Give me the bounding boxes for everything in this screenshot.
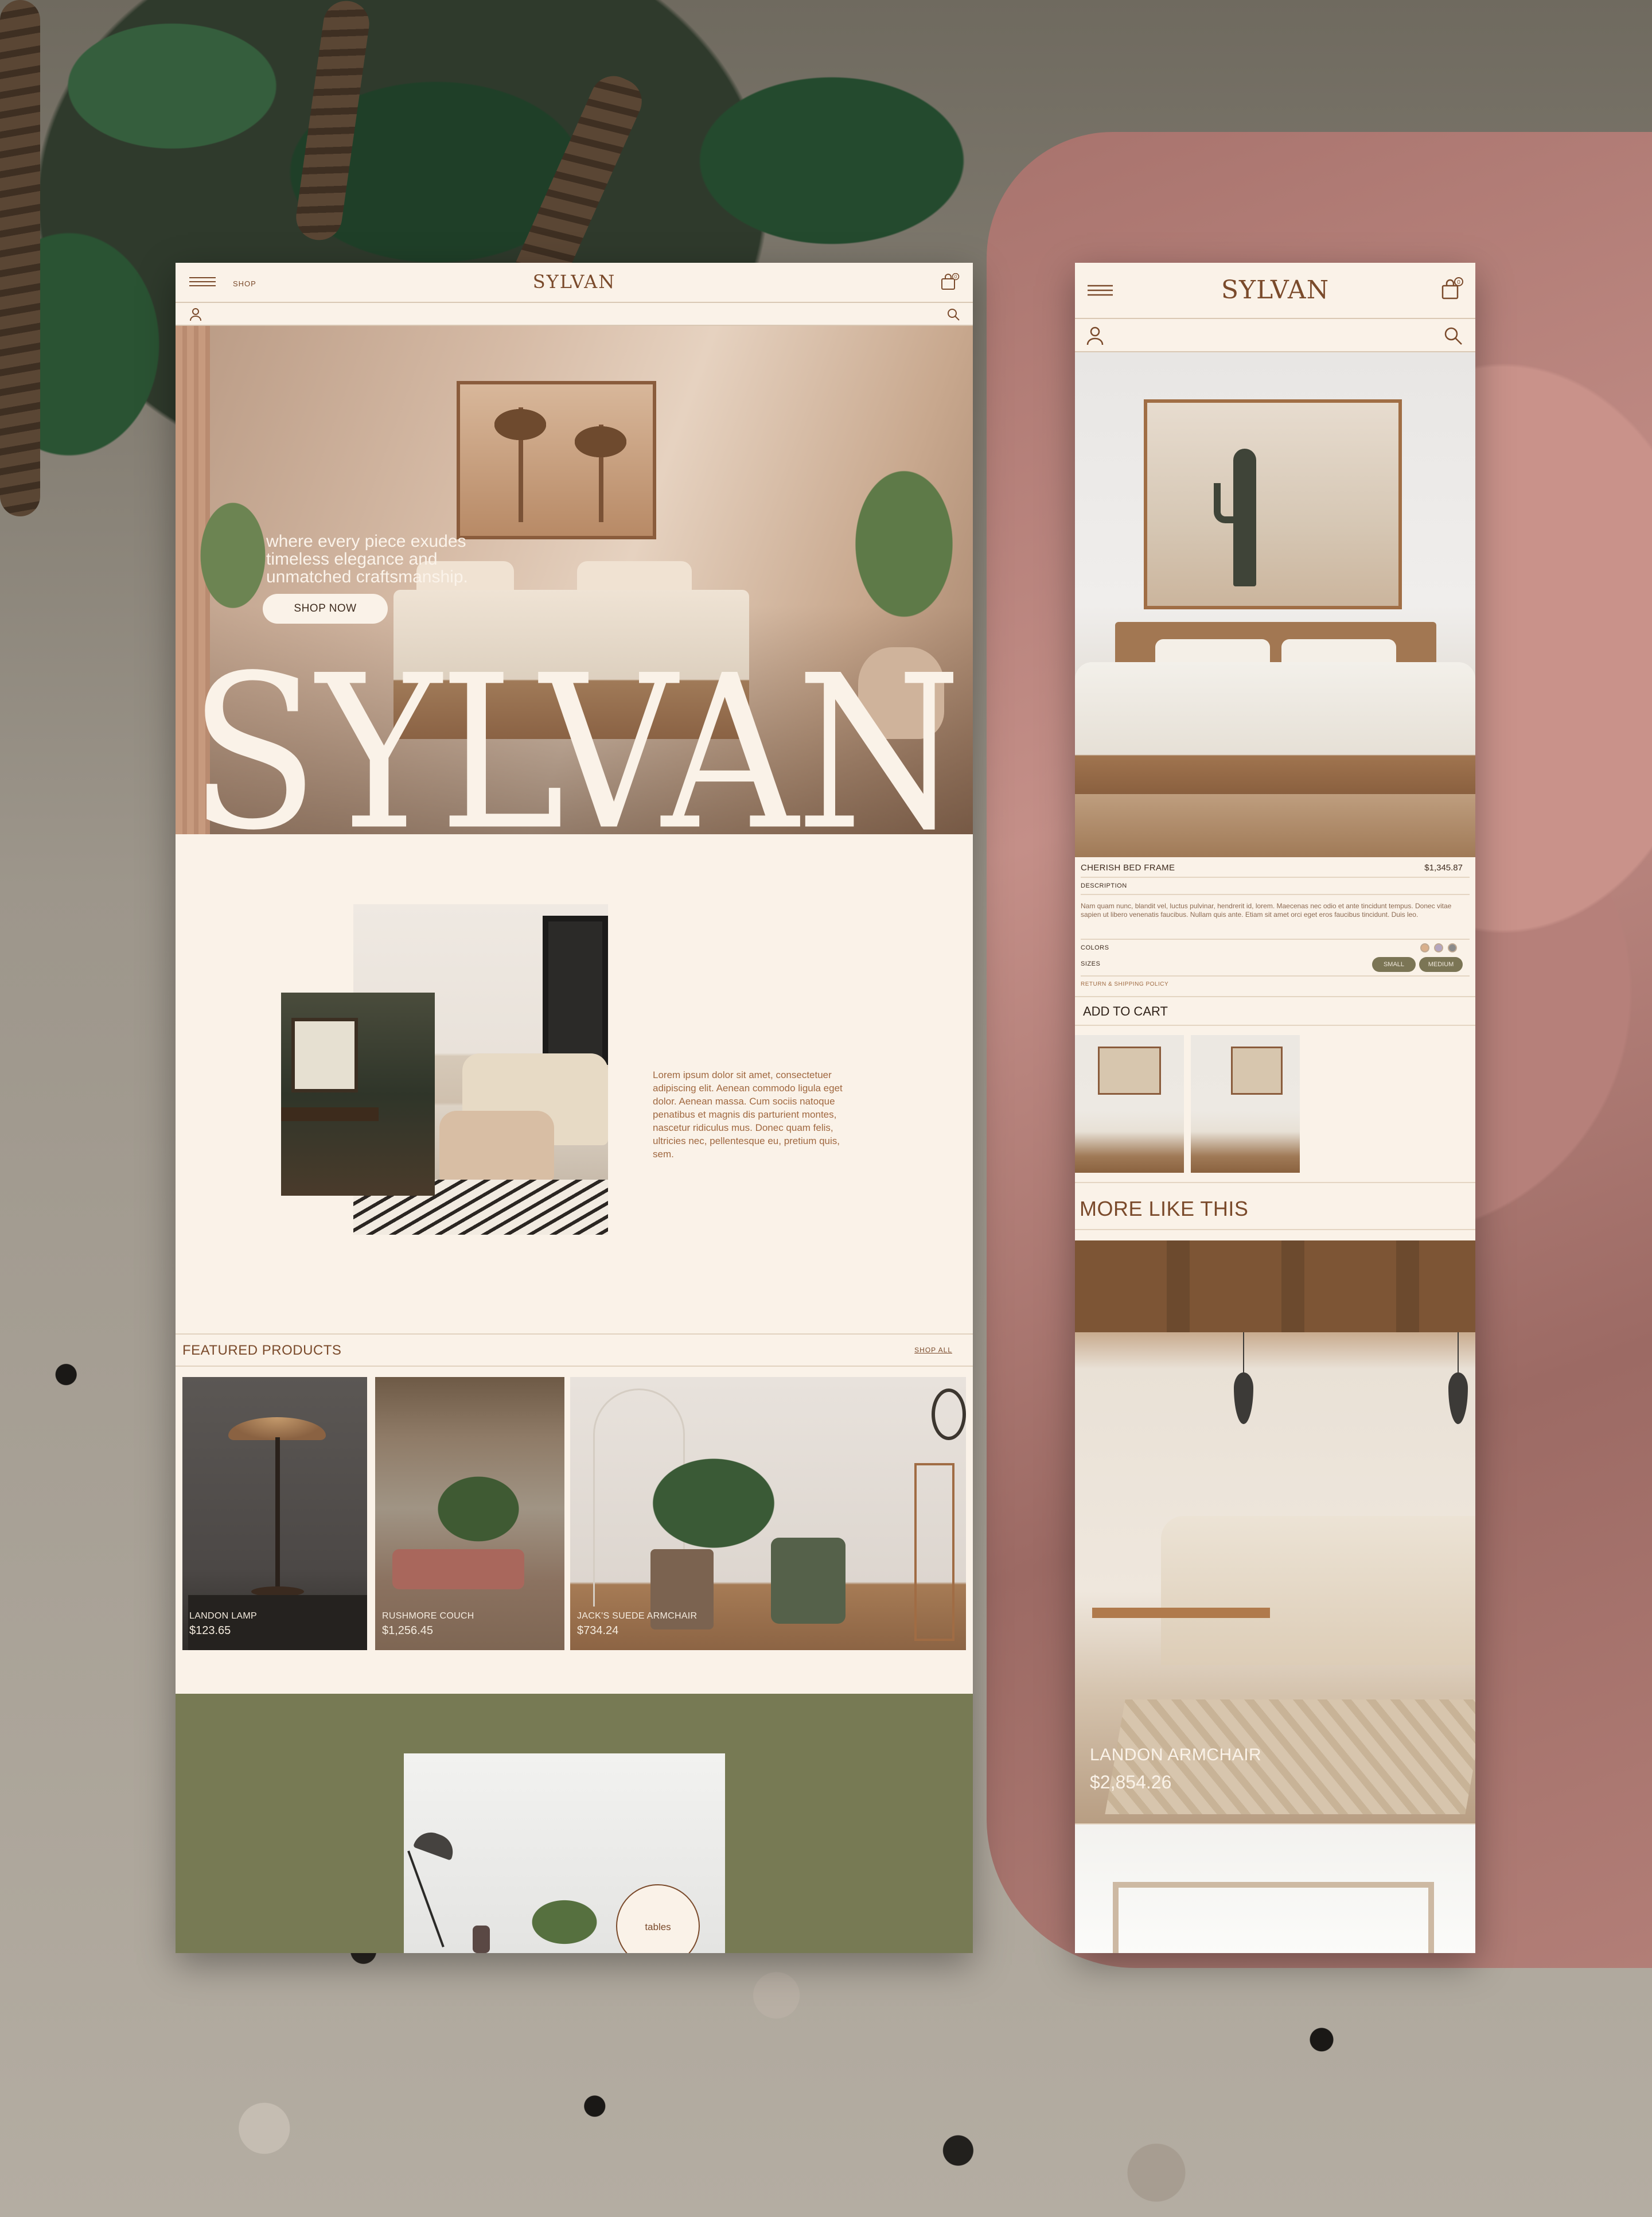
product-thumbnail[interactable]	[1191, 1035, 1300, 1173]
product-price: $734.24	[577, 1624, 619, 1637]
hero-wordmark: SYLVAN	[189, 629, 962, 877]
search-icon[interactable]	[1443, 326, 1463, 345]
product-card[interactable]: LANDON LAMP $123.65	[182, 1377, 367, 1650]
divider	[1081, 940, 1470, 977]
divider	[1081, 895, 1470, 940]
product-name: JACK'S SUEDE ARMCHAIR	[577, 1611, 698, 1621]
site-logo[interactable]: SYLVAN	[176, 271, 973, 293]
description-label: DESCRIPTION	[1081, 882, 1127, 889]
palm-trunk	[0, 0, 40, 516]
user-icon[interactable]	[1086, 326, 1104, 345]
thumbnail-art-image	[1098, 1047, 1161, 1095]
product-details: CHERISH BED FRAME $1,345.87 DESCRIPTION …	[1075, 857, 1475, 1006]
furniture-frame-image	[1113, 1882, 1434, 1953]
study-room-image	[281, 993, 435, 1196]
product-price: $1,345.87	[1424, 863, 1463, 873]
coffee-table-image	[439, 1111, 554, 1191]
pendant-light-image	[1458, 1332, 1459, 1378]
mobile-product-page: SYLVAN 0 CHERISH BED FRAME $1,345.87 DES…	[1075, 263, 1475, 1953]
cactus-illustration	[1214, 483, 1239, 523]
plant-image	[519, 1891, 610, 1953]
shop-now-button[interactable]: SHOP NOW	[263, 594, 388, 624]
product-card[interactable]: JACK'S SUEDE ARMCHAIR $734.24	[570, 1377, 966, 1650]
more-like-this-header: MORE LIKE THIS	[1075, 1182, 1475, 1230]
hero-tagline: where every piece exudes timeless elegan…	[266, 532, 468, 586]
mirror-image	[932, 1388, 966, 1440]
plants-image	[421, 1463, 536, 1561]
category-link-tables[interactable]: tables	[616, 1884, 700, 1953]
recommendation-name: LANDON ARMCHAIR	[1090, 1745, 1262, 1764]
cart-count: 0	[954, 274, 957, 279]
product-name: RUSHMORE COUCH	[382, 1611, 474, 1621]
armchair-image	[771, 1538, 846, 1624]
desktop-homepage: SHOP SYLVAN 0 where every piece exudes t…	[176, 263, 973, 1953]
utility-icon-bar	[176, 303, 973, 326]
add-to-cart-button[interactable]: ADD TO CART	[1075, 996, 1475, 1026]
desk-image	[281, 1107, 379, 1121]
top-navigation-bar: SHOP SYLVAN 0	[176, 263, 973, 303]
hero-banner: where every piece exudes timeless elegan…	[176, 326, 973, 859]
product-price: $123.65	[189, 1624, 231, 1637]
category-section: tables	[176, 1694, 973, 1953]
about-section: Lorem ipsum dolor sit amet, consectetuer…	[176, 834, 973, 1328]
stool-image	[1167, 1608, 1270, 1699]
recommendation-card[interactable]	[1075, 1823, 1475, 1953]
cart-count: 0	[1457, 279, 1460, 286]
return-policy-link[interactable]: RETURN & SHIPPING POLICY	[1081, 981, 1168, 987]
featured-header: FEATURED PRODUCTS SHOP ALL	[176, 1333, 973, 1367]
utility-icon-bar	[1075, 319, 1475, 352]
recommendation-price: $2,854.26	[1090, 1772, 1172, 1792]
product-name: LANDON LAMP	[189, 1611, 257, 1621]
shop-all-link[interactable]: SHOP ALL	[914, 1346, 952, 1354]
potted-plant-image	[176, 492, 279, 653]
product-price: $1,256.45	[382, 1624, 433, 1637]
shopping-bag-icon[interactable]: 0	[941, 273, 960, 290]
window-image	[291, 1018, 358, 1092]
pendant-light-image	[1448, 1372, 1468, 1424]
pendant-light-image	[1243, 1332, 1244, 1378]
shelf-image	[914, 1463, 954, 1641]
shopping-bag-icon[interactable]: 0	[1441, 277, 1464, 301]
divider	[1081, 878, 1470, 895]
pendant-light-image	[1234, 1372, 1253, 1424]
lamp-image	[228, 1417, 326, 1440]
product-card[interactable]: RUSHMORE COUCH $1,256.45	[375, 1377, 564, 1650]
side-table-image	[188, 1595, 367, 1650]
top-navigation-bar: SYLVAN 0	[1075, 263, 1475, 319]
add-to-cart-label: ADD TO CART	[1083, 1004, 1168, 1018]
product-hero-image	[1075, 352, 1475, 857]
product-name: CHERISH BED FRAME	[1081, 863, 1175, 873]
floor-lamp-image	[412, 1827, 458, 1861]
palm-illustration	[494, 407, 546, 522]
palm-illustration	[575, 425, 626, 522]
wood-beam-image	[1075, 1240, 1475, 1332]
search-icon[interactable]	[946, 308, 960, 321]
thumbnail-art-image	[1231, 1047, 1283, 1095]
about-body-text: Lorem ipsum dolor sit amet, consectetuer…	[653, 1069, 843, 1160]
wall-art-image	[457, 381, 656, 539]
featured-title: FEATURED PRODUCTS	[182, 1343, 342, 1358]
site-logo[interactable]: SYLVAN	[1075, 275, 1475, 305]
more-like-this-title: MORE LIKE THIS	[1080, 1197, 1249, 1220]
floor-lamp-image	[407, 1850, 445, 1947]
featured-products-section: FEATURED PRODUCTS SHOP ALL LANDON LAMP $…	[176, 1333, 973, 1678]
recommendation-card[interactable]: LANDON ARMCHAIR $2,854.26	[1075, 1240, 1475, 1826]
cactus-wall-art-image	[1144, 399, 1402, 609]
product-thumbnail[interactable]	[1075, 1035, 1184, 1173]
window-image	[543, 916, 608, 1065]
category-image: tables	[404, 1753, 725, 1953]
user-icon[interactable]	[189, 308, 202, 321]
vase-image	[473, 1926, 490, 1953]
bed-frame-image	[1075, 662, 1475, 794]
lamp-image	[275, 1437, 280, 1592]
couch-image	[392, 1549, 524, 1589]
